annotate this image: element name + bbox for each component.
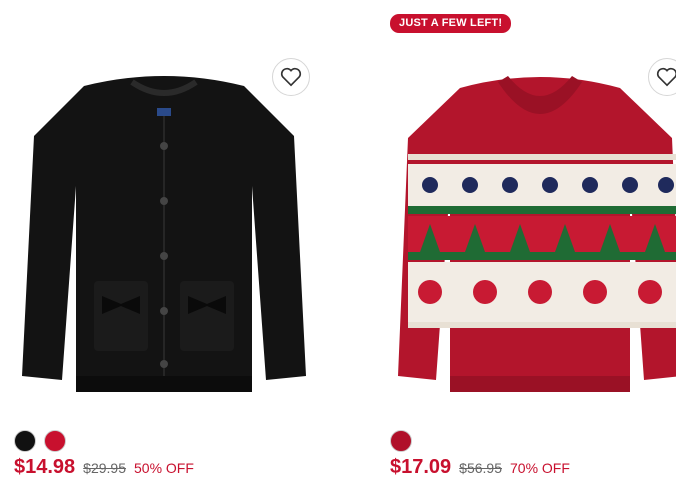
- original-price: $29.95: [83, 460, 126, 476]
- original-price: $56.95: [459, 460, 502, 476]
- product-card[interactable]: $14.98 $29.95 50% OFF: [14, 0, 314, 490]
- sale-price: $14.98: [14, 456, 76, 478]
- color-swatch-red[interactable]: [44, 430, 66, 452]
- price-row: $14.98 $29.95 50% OFF: [14, 456, 194, 479]
- favorite-button[interactable]: [272, 58, 310, 96]
- stock-badge: JUST A FEW LEFT!: [390, 14, 512, 33]
- discount-label: 50% OFF: [134, 460, 194, 476]
- price-row: $17.09 $56.95 70% OFF: [390, 456, 570, 479]
- product-image[interactable]: [390, 46, 676, 414]
- product-card[interactable]: JUST A FEW LEFT! $17.09 $56.95 70% OFF: [390, 0, 676, 490]
- color-swatches: [14, 430, 66, 452]
- color-swatches: [390, 430, 412, 452]
- discount-label: 70% OFF: [510, 460, 570, 476]
- heart-icon: [280, 67, 302, 87]
- sale-price: $17.09: [390, 456, 452, 478]
- color-swatch-black[interactable]: [14, 430, 36, 452]
- color-swatch-red[interactable]: [390, 430, 412, 452]
- heart-icon: [656, 67, 676, 87]
- product-image[interactable]: [14, 46, 314, 414]
